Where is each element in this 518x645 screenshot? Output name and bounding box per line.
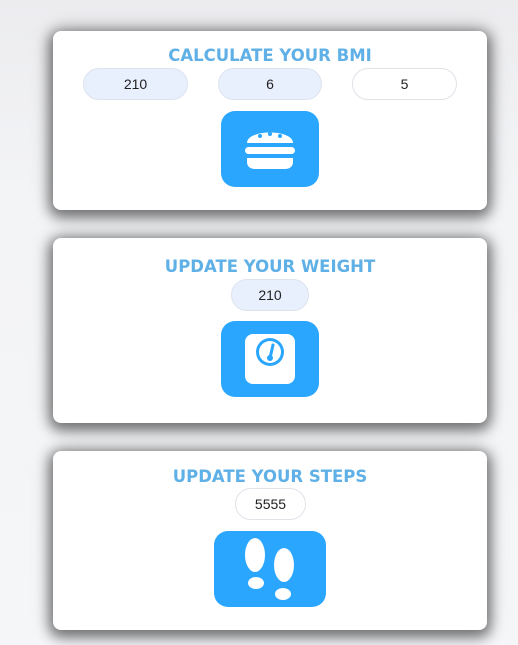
calculate-bmi-button[interactable]	[221, 111, 319, 187]
update-weight-button[interactable]	[221, 321, 319, 397]
burger-icon	[245, 132, 295, 169]
bmi-title: CALCULATE YOUR BMI	[168, 46, 372, 65]
weight-title: UPDATE YOUR WEIGHT	[164, 257, 376, 276]
weight-card: UPDATE YOUR WEIGHT	[53, 238, 487, 423]
bmi-inches-input[interactable]	[352, 68, 457, 100]
steps-input[interactable]	[235, 488, 306, 520]
steps-title: UPDATE YOUR STEPS	[172, 467, 368, 486]
scale-icon	[245, 334, 295, 384]
bmi-weight-input[interactable]	[83, 68, 188, 100]
weight-input[interactable]	[231, 279, 309, 311]
update-steps-button[interactable]	[214, 531, 326, 607]
steps-card: UPDATE YOUR STEPS	[53, 451, 487, 630]
footprints-icon	[245, 538, 294, 600]
bmi-feet-input[interactable]	[218, 68, 322, 100]
bmi-card: CALCULATE YOUR BMI	[53, 31, 487, 210]
